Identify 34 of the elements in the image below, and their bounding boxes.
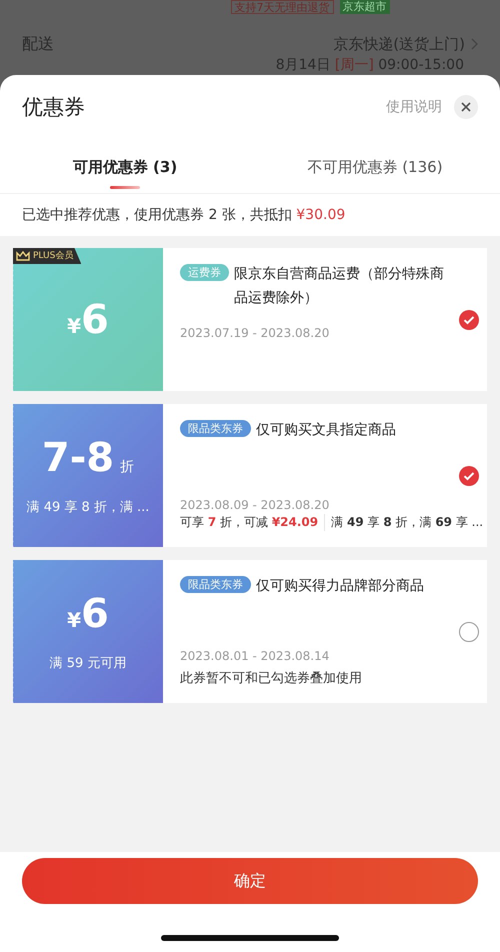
coupon-type-tag: 限品类东券	[180, 576, 251, 593]
coupon-value: ¥6	[67, 298, 109, 342]
confirm-button[interactable]: 确定	[22, 858, 478, 904]
select-checkbox[interactable]	[459, 622, 479, 642]
coupon-tab[interactable]: 可用优惠券 (3)	[0, 153, 250, 193]
coupon-tab[interactable]: 不可用优惠券 (136)	[250, 153, 500, 193]
coupon-title: 限京东自营商品运费（部分特殊商品运费除外）	[234, 265, 445, 308]
coupon-type-tag: 限品类东券	[180, 420, 251, 437]
select-checkbox[interactable]	[459, 466, 479, 486]
crown-icon	[16, 251, 30, 261]
membership-label: PLUS会员	[33, 250, 74, 262]
validity-dates: 2023.08.09 - 2023.08.20	[180, 497, 330, 514]
sheet-title: 优惠券	[22, 94, 85, 121]
coupon-card[interactable]: PLUS会员 ¥6 运费券 限京东自营商品运费（部分特殊商品运费除外） 2023.07.19 - 2023.08.20	[13, 248, 487, 391]
coupon-title: 仅可购买文具指定商品	[256, 421, 397, 440]
validity-dates: 2023.08.01 - 2023.08.14	[180, 648, 330, 665]
savings-text: 可享 7 折，可减 ¥24.09	[180, 514, 326, 531]
store-badge: 京东超市	[340, 0, 390, 14]
coupon-value: ¥6	[67, 592, 109, 636]
store-badge: 支持7天无理由退货	[230, 0, 334, 14]
coupon-condition: 满 49 享 8 折，满 ...	[26, 498, 150, 516]
coupon-condition: 满 59 元可用	[50, 654, 126, 672]
discount-tiers: 满 49 享 8 折，满 69 享 ...	[331, 514, 484, 531]
coupon-note: 此券暂不可和已勾选券叠加使用	[180, 670, 363, 687]
discount-summary: 已选中推荐优惠，使用优惠券 2 张，共抵扣 ¥30.09	[22, 206, 346, 224]
select-checkbox[interactable]	[459, 310, 479, 330]
coupon-title: 仅可购买得力品牌部分商品	[256, 577, 425, 596]
coupon-card[interactable]: ¥6 满 59 元可用 限品类东券 仅可购买得力品牌部分商品 2023.08.01 - 2023.08.14 此券暂不可和已勾选券叠加使用	[13, 560, 487, 703]
coupon-card[interactable]: 7-8 折 满 49 享 8 折，满 ... 限品类东券 仅可购买文具指定商品 2023.08.09 - 2023.08.20 可享 7 折，可减 ¥24.09 满 49 享 8 折，满 69 享 ...	[13, 404, 487, 547]
close-button[interactable]	[454, 95, 478, 119]
close-icon[interactable]	[461, 102, 471, 112]
validity-dates: 2023.07.19 - 2023.08.20	[180, 325, 330, 342]
coupon-type-tag: 运费券	[180, 264, 229, 281]
coupon-value: 7-8 折	[42, 436, 134, 480]
